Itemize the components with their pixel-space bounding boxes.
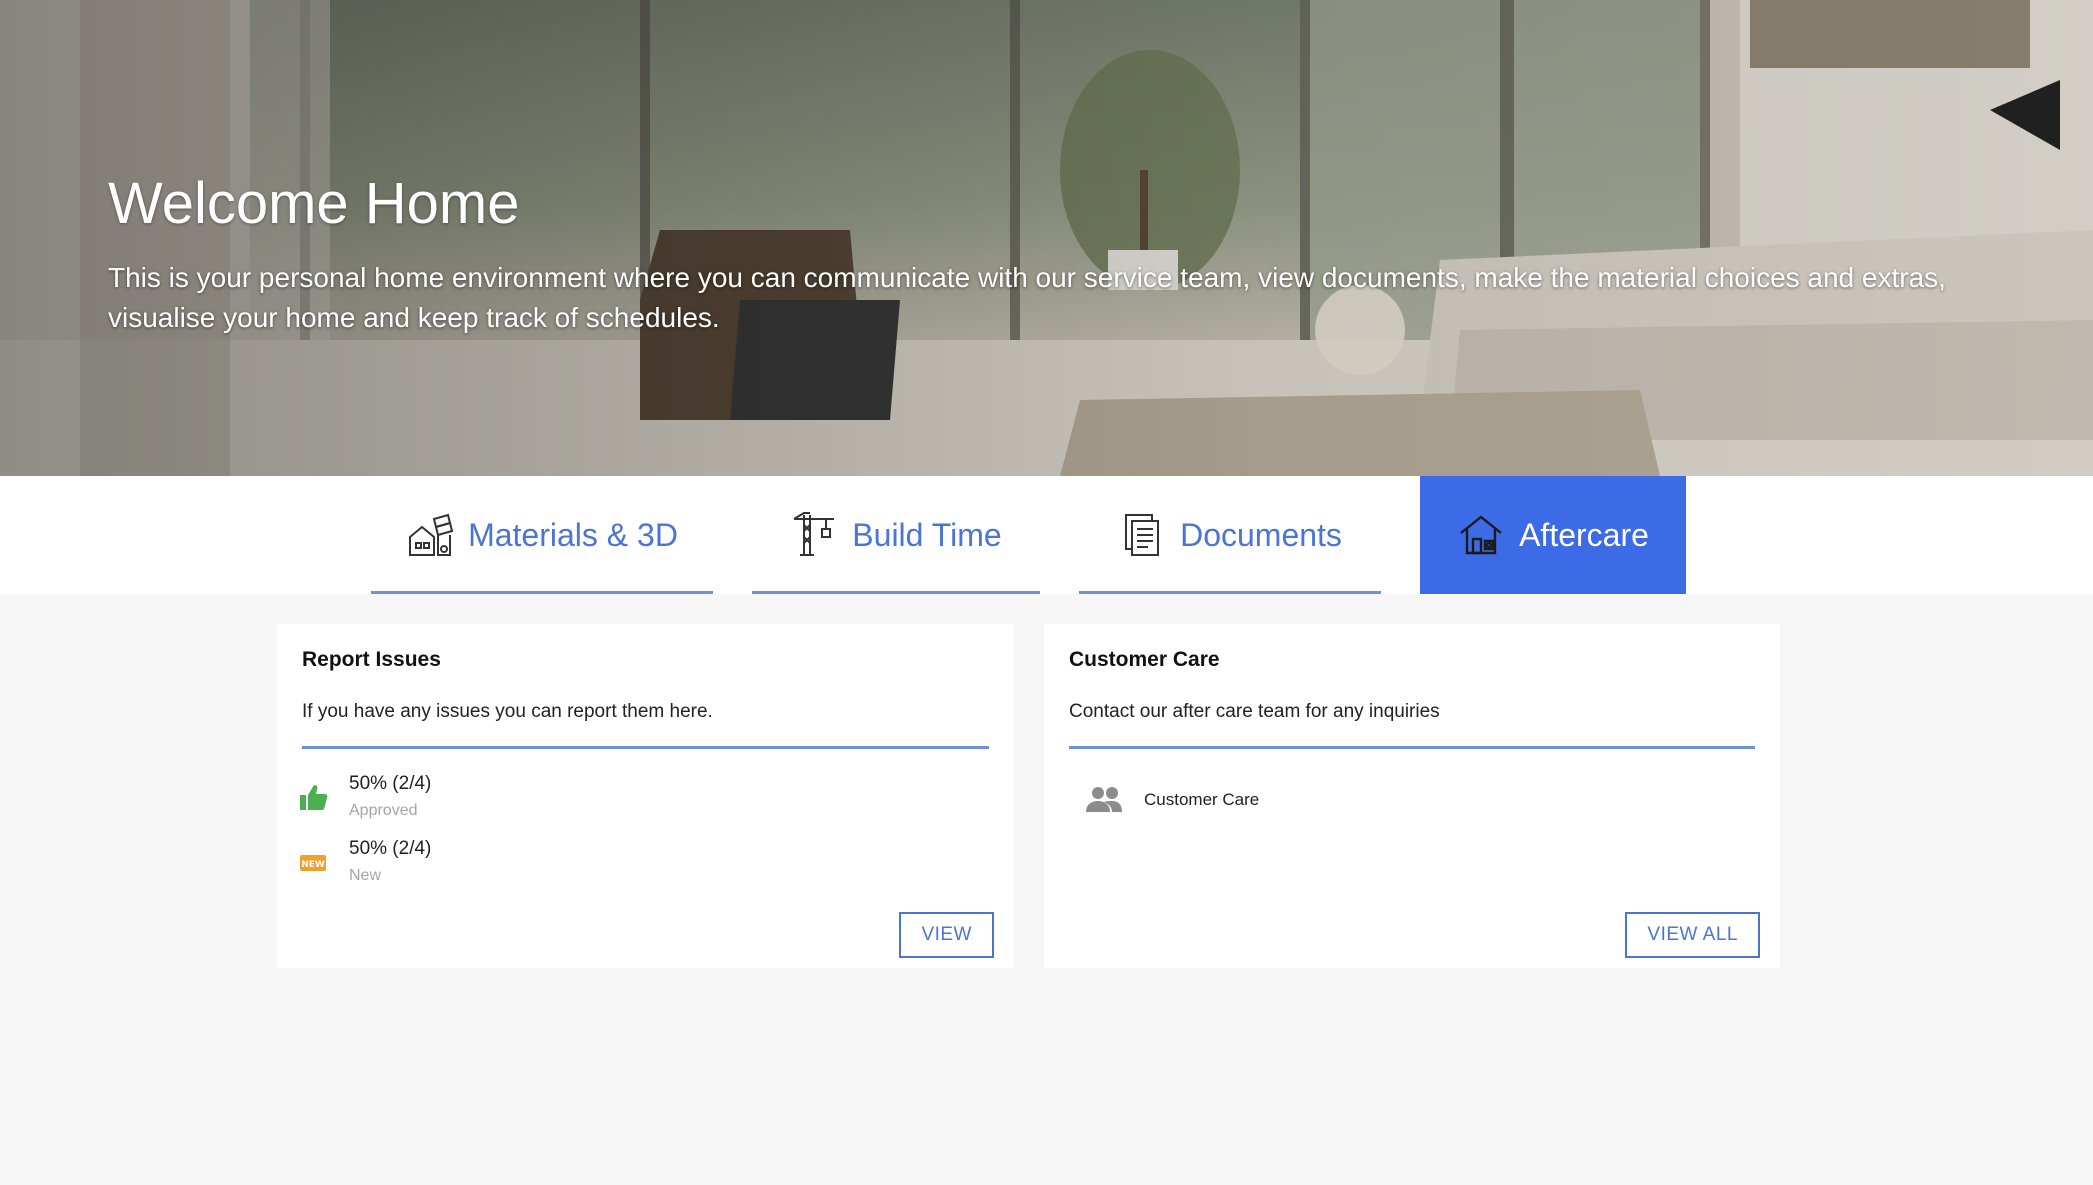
tab-label: Aftercare xyxy=(1519,516,1649,553)
approved-value: 50% (2/4) xyxy=(349,773,432,794)
hero-description: This is your personal home environment w… xyxy=(108,262,1946,333)
contact-name: Customer Care xyxy=(1144,790,1260,809)
house-repair-icon xyxy=(1460,515,1502,555)
approved-label: Approved xyxy=(349,802,418,819)
new-value: 50% (2/4) xyxy=(349,838,432,859)
card-title: Customer Care xyxy=(1069,648,1220,671)
crane-icon xyxy=(793,512,835,556)
tab-underline xyxy=(752,591,1040,594)
page-title: Welcome Home xyxy=(108,171,520,236)
view-all-button[interactable]: VIEW ALL xyxy=(1625,912,1760,958)
documents-icon xyxy=(1125,514,1160,556)
svg-text:NEW: NEW xyxy=(301,860,325,870)
report-issues-card: Report Issues If you have any issues you… xyxy=(277,624,1014,968)
tab-underline xyxy=(1079,591,1381,594)
tab-underline xyxy=(371,591,713,594)
tab-build-time[interactable]: Build Time xyxy=(752,476,1040,594)
section-tabs: Materials & 3D Build Time Documents Afte… xyxy=(0,476,2093,594)
people-icon xyxy=(1086,787,1122,812)
approved-stat: 50% (2/4) Approved xyxy=(297,772,431,826)
tab-label: Build Time xyxy=(852,516,1002,553)
divider xyxy=(302,746,989,749)
hero-banner: Welcome Home This is your personal home … xyxy=(0,0,2093,476)
tab-label: Documents xyxy=(1180,516,1342,553)
new-badge-icon: NEW xyxy=(300,855,326,871)
tab-aftercare[interactable]: Aftercare xyxy=(1420,476,1686,594)
customer-care-card: Customer Care Contact our after care tea… xyxy=(1044,624,1780,968)
new-stat: NEW 50% (2/4) New xyxy=(297,837,431,891)
new-label: New xyxy=(349,867,382,884)
card-title: Report Issues xyxy=(302,648,441,671)
living-room-photo xyxy=(0,0,2093,476)
tab-documents[interactable]: Documents xyxy=(1079,476,1381,594)
tab-label: Materials & 3D xyxy=(468,516,678,553)
card-description: Contact our after care team for any inqu… xyxy=(1069,701,1440,722)
tab-materials-3d[interactable]: Materials & 3D xyxy=(371,476,713,594)
thumbs-up-icon xyxy=(300,785,328,810)
card-description: If you have any issues you can report th… xyxy=(302,701,713,722)
divider xyxy=(1069,746,1755,749)
view-button[interactable]: VIEW xyxy=(899,912,994,958)
contact-row[interactable]: Customer Care xyxy=(1084,784,1259,816)
swatches-house-icon xyxy=(409,513,454,556)
